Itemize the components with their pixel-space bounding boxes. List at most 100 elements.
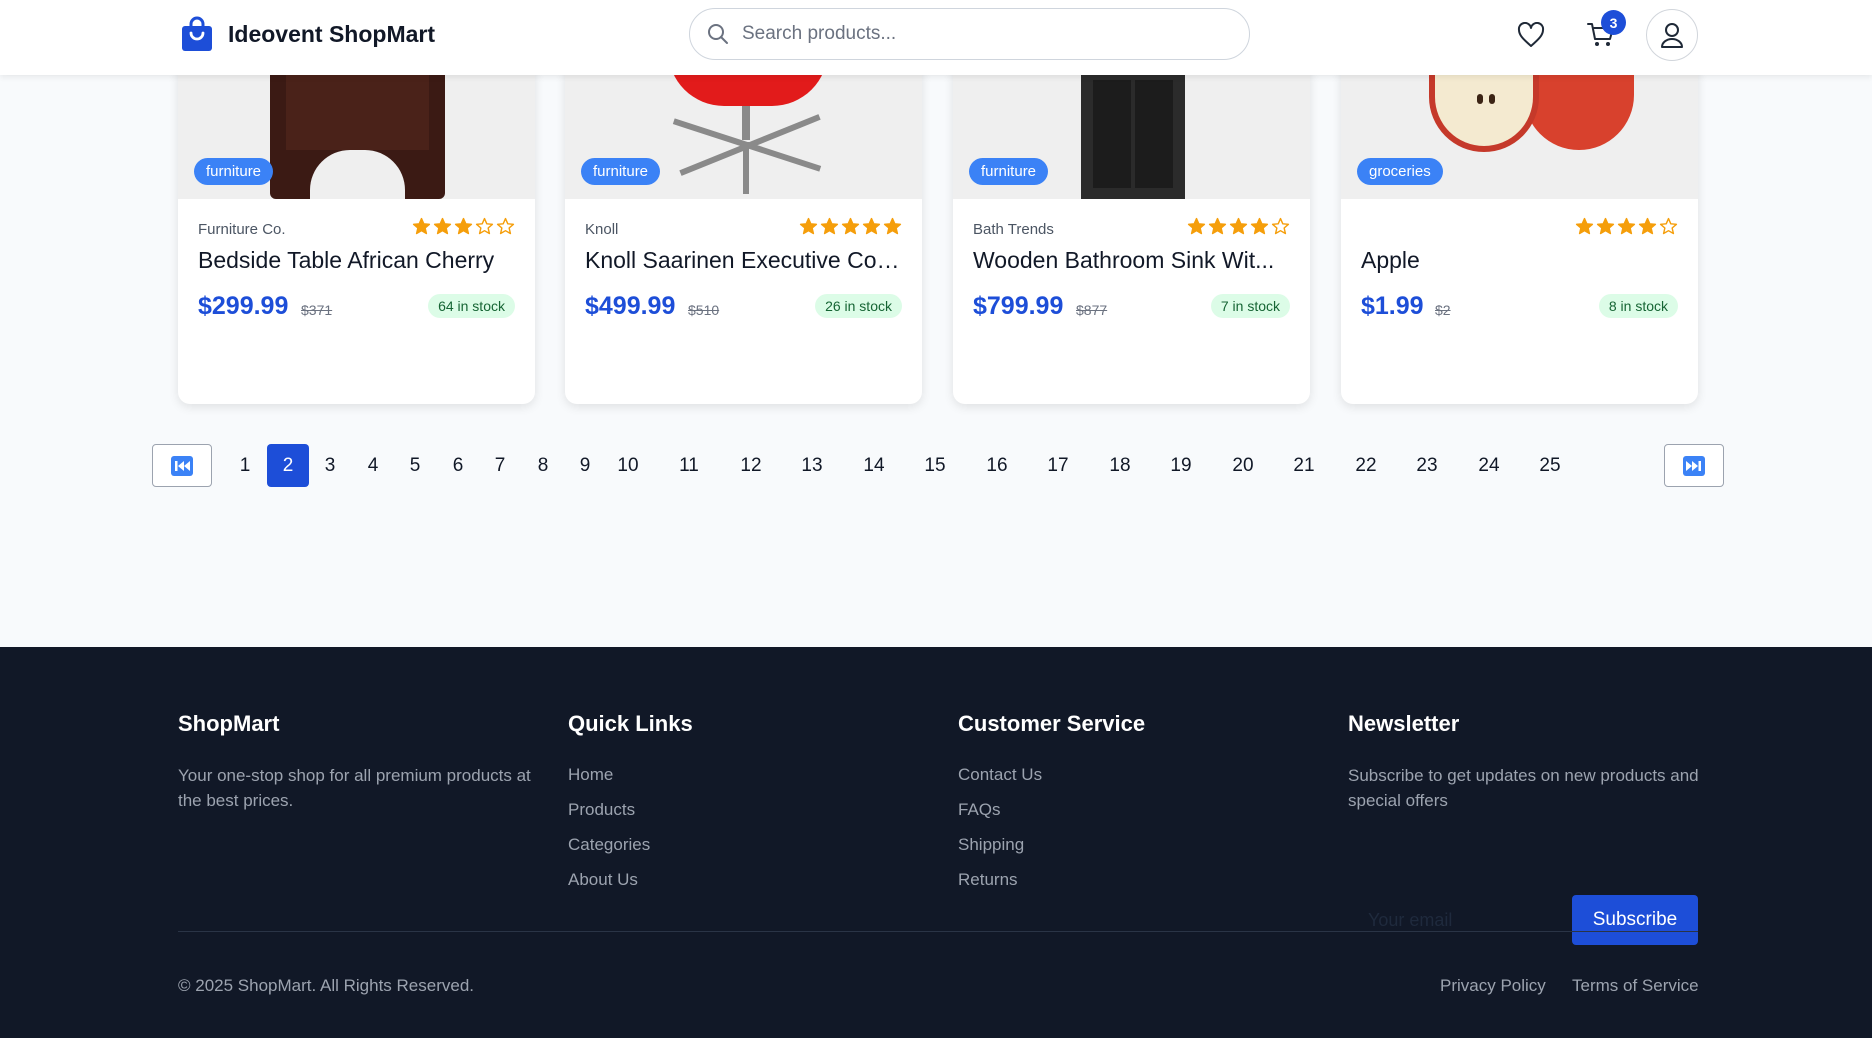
user-icon [1661,23,1683,48]
footer-link-products[interactable]: Products [568,798,693,821]
top-nav: Ideovent ShopMart 3 [0,0,1872,75]
heart-icon [1517,22,1545,47]
star-filled-icon [1229,217,1248,235]
page-number-12[interactable]: 12 [730,444,772,487]
product-price: $299.99 [198,292,289,320]
star-filled-icon [1596,217,1615,235]
page-number-15[interactable]: 15 [914,444,956,487]
rating-stars [412,217,515,236]
category-badge: furniture [194,158,274,185]
footer-link-about-us[interactable]: About Us [568,868,693,891]
star-filled-icon [412,217,431,235]
product-price: $1.99 [1361,292,1424,320]
page-number-7[interactable]: 7 [479,444,521,487]
quick-links-heading: Quick Links [568,711,693,736]
product-brand: Knoll [585,221,619,238]
rating-stars [1575,217,1678,236]
footer-link-contact-us[interactable]: Contact Us [958,763,1145,786]
account-button[interactable] [1646,9,1698,61]
footer-link-categories[interactable]: Categories [568,833,693,856]
page-number-6[interactable]: 6 [437,444,479,487]
star-filled-icon [820,217,839,235]
page-number-2[interactable]: 2 [267,444,309,487]
original-price: $371 [301,302,333,318]
page-number-10[interactable]: 10 [607,444,649,487]
footer-link-returns[interactable]: Returns [958,868,1145,891]
privacy-policy-link[interactable]: Privacy Policy [1440,976,1546,996]
star-filled-icon [1575,217,1594,235]
cart-count-badge: 3 [1601,10,1626,35]
stock-badge: 64 in stock [428,294,515,318]
product-title[interactable]: Bedside Table African Cherry [198,247,515,274]
site-footer: ShopMart Your one-stop shop for all prem… [0,647,1872,1038]
category-badge: groceries [1357,158,1443,185]
product-card[interactable]: furniture Furniture Co. Bedside Table Af… [178,50,535,404]
footer-link-faqs[interactable]: FAQs [958,798,1145,821]
wishlist-button[interactable] [1508,12,1554,58]
footer-customer-service: Customer Service Contact Us FAQs Shippin… [958,711,1145,903]
newsletter-text: Subscribe to get updates on new products… [1348,766,1699,810]
terms-of-service-link[interactable]: Terms of Service [1572,976,1699,996]
page-number-8[interactable]: 8 [522,444,564,487]
footer-divider [178,931,1698,932]
brand-name: Ideovent ShopMart [228,20,436,47]
rating-stars [799,217,902,236]
footer-link-shipping[interactable]: Shipping [958,833,1145,856]
search-icon [708,24,728,44]
star-filled-icon [1617,217,1636,235]
subscribe-button[interactable]: Subscribe [1572,895,1698,945]
page-number-4[interactable]: 4 [352,444,394,487]
stock-badge: 7 in stock [1210,294,1290,318]
page-number-20[interactable]: 20 [1222,444,1264,487]
footer-quick-links: Quick Links Home Products Categories Abo… [568,711,693,903]
product-card[interactable]: groceries Apple $1.99 $2 8 in stock [1341,50,1698,404]
page-number-25[interactable]: 25 [1529,444,1571,487]
page-number-18[interactable]: 18 [1099,444,1141,487]
page-number-13[interactable]: 13 [791,444,833,487]
page-number-23[interactable]: 23 [1406,444,1448,487]
last-page-button[interactable] [1664,444,1724,487]
page-number-9[interactable]: 9 [564,444,606,487]
page-number-11[interactable]: 11 [668,444,710,487]
first-page-icon [171,455,193,476]
original-price: $510 [688,302,720,318]
page-number-24[interactable]: 24 [1468,444,1510,487]
page-number-14[interactable]: 14 [853,444,895,487]
product-title[interactable]: Wooden Bathroom Sink Wit... [973,247,1290,274]
star-outline-icon [1659,217,1678,235]
search-bar[interactable] [689,8,1250,60]
newsletter-heading: Newsletter [1348,711,1460,736]
page-number-1[interactable]: 1 [224,444,266,487]
page-number-17[interactable]: 17 [1037,444,1079,487]
original-price: $2 [1435,302,1451,318]
product-price: $799.99 [973,292,1064,320]
star-filled-icon [841,217,860,235]
shopping-bag-icon [182,16,212,51]
brand-logo[interactable]: Ideovent ShopMart [180,14,435,54]
footer-link-home[interactable]: Home [568,763,693,786]
product-title[interactable]: Knoll Saarinen Executive Con... [585,247,902,274]
product-card[interactable]: furniture Knoll Knoll Saarinen Executive… [565,50,922,404]
footer-about-text: Your one-stop shop for all premium produ… [178,766,531,810]
search-input[interactable] [742,23,1222,45]
rating-stars [1187,217,1290,236]
product-price: $499.99 [585,292,676,320]
first-page-button[interactable] [152,444,212,487]
page-number-19[interactable]: 19 [1160,444,1202,487]
original-price: $877 [1076,302,1108,318]
newsletter-form: Subscribe [1348,895,1699,945]
star-outline-icon [475,217,494,235]
page-number-16[interactable]: 16 [976,444,1018,487]
product-title[interactable]: Apple [1361,247,1678,274]
copyright-text: © 2025 ShopMart. All Rights Reserved. [178,976,475,995]
star-filled-icon [454,217,473,235]
footer-about-heading: ShopMart [178,711,280,736]
newsletter-email-input[interactable] [1348,895,1573,945]
page-number-5[interactable]: 5 [394,444,436,487]
page-number-22[interactable]: 22 [1345,444,1387,487]
page-number-21[interactable]: 21 [1283,444,1325,487]
stock-badge: 26 in stock [815,294,902,318]
page-number-3[interactable]: 3 [309,444,351,487]
footer-newsletter: Newsletter Subscribe to get updates on n… [1348,711,1699,945]
product-card[interactable]: furniture Bath Trends Wooden Bathroom Si… [953,50,1310,404]
